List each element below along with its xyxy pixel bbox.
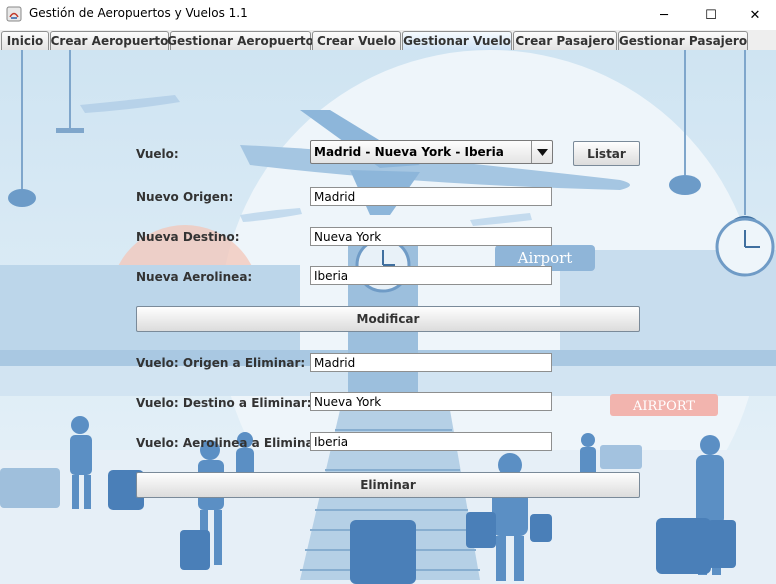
eliminar-aerolinea-field[interactable] xyxy=(310,432,552,451)
maximize-button[interactable]: ☐ xyxy=(688,0,734,30)
java-app-icon xyxy=(6,6,22,22)
tab-crear-pasajero[interactable]: Crear Pasajero xyxy=(513,31,617,50)
eliminar-button[interactable]: Eliminar xyxy=(136,472,640,498)
tab-crear-aeropuerto[interactable]: Crear Aeropuerto xyxy=(50,31,169,50)
listar-button[interactable]: Listar xyxy=(573,141,640,166)
modificar-button[interactable]: Modificar xyxy=(136,306,640,332)
tab-inicio[interactable]: Inicio xyxy=(1,31,49,50)
window-title: Gestión de Aeropuertos y Vuelos 1.1 xyxy=(29,6,248,20)
minimize-icon: ─ xyxy=(660,7,668,23)
nuevo-origen-field[interactable] xyxy=(310,187,552,206)
minimize-button[interactable]: ─ xyxy=(641,0,687,30)
title-bar: Gestión de Aeropuertos y Vuelos 1.1 ─ ☐ … xyxy=(0,0,776,30)
vuelo-combobox[interactable]: Madrid - Nueva York - Iberia xyxy=(310,140,553,164)
close-icon: ✕ xyxy=(749,7,761,23)
gestionar-vuelo-panel: Airport AIRPORT Vuelo: Madrid - Nueva Yo… xyxy=(0,50,776,584)
chevron-down-icon xyxy=(536,148,548,156)
vuelo-selected-value: Madrid - Nueva York - Iberia xyxy=(314,145,504,159)
sign-airport-left: Airport xyxy=(517,249,573,267)
combo-dropdown-button[interactable] xyxy=(531,141,552,163)
maximize-icon: ☐ xyxy=(705,7,717,23)
eliminar-destino-field[interactable] xyxy=(310,392,552,411)
eliminar-origen-label: Vuelo: Origen a Eliminar: xyxy=(136,356,306,370)
close-button[interactable]: ✕ xyxy=(732,0,776,30)
eliminar-destino-label: Vuelo: Destino a Eliminar: xyxy=(136,396,312,410)
tab-strip: Inicio Crear Aeropuerto Gestionar Aeropu… xyxy=(0,30,776,50)
nueva-aerolinea-label: Nueva Aerolinea: xyxy=(136,270,253,284)
eliminar-origen-field[interactable] xyxy=(310,353,552,372)
tab-gestionar-aeropuerto[interactable]: Gestionar Aeropuerto xyxy=(167,31,314,50)
vuelo-label: Vuelo: xyxy=(136,147,179,161)
tab-gestionar-vuelo[interactable]: Gestionar Vuelo xyxy=(402,31,512,50)
nueva-destino-field[interactable] xyxy=(310,227,552,246)
sign-airport-right: AIRPORT xyxy=(632,399,695,414)
eliminar-aerolinea-label: Vuelo: Aerolinea a Eliminar: xyxy=(136,436,325,450)
tab-crear-vuelo[interactable]: Crear Vuelo xyxy=(312,31,401,50)
nueva-destino-label: Nueva Destino: xyxy=(136,230,240,244)
tab-gestionar-pasajero[interactable]: Gestionar Pasajero xyxy=(618,31,748,50)
nueva-aerolinea-field[interactable] xyxy=(310,266,552,285)
nuevo-origen-label: Nuevo Origen: xyxy=(136,190,234,204)
